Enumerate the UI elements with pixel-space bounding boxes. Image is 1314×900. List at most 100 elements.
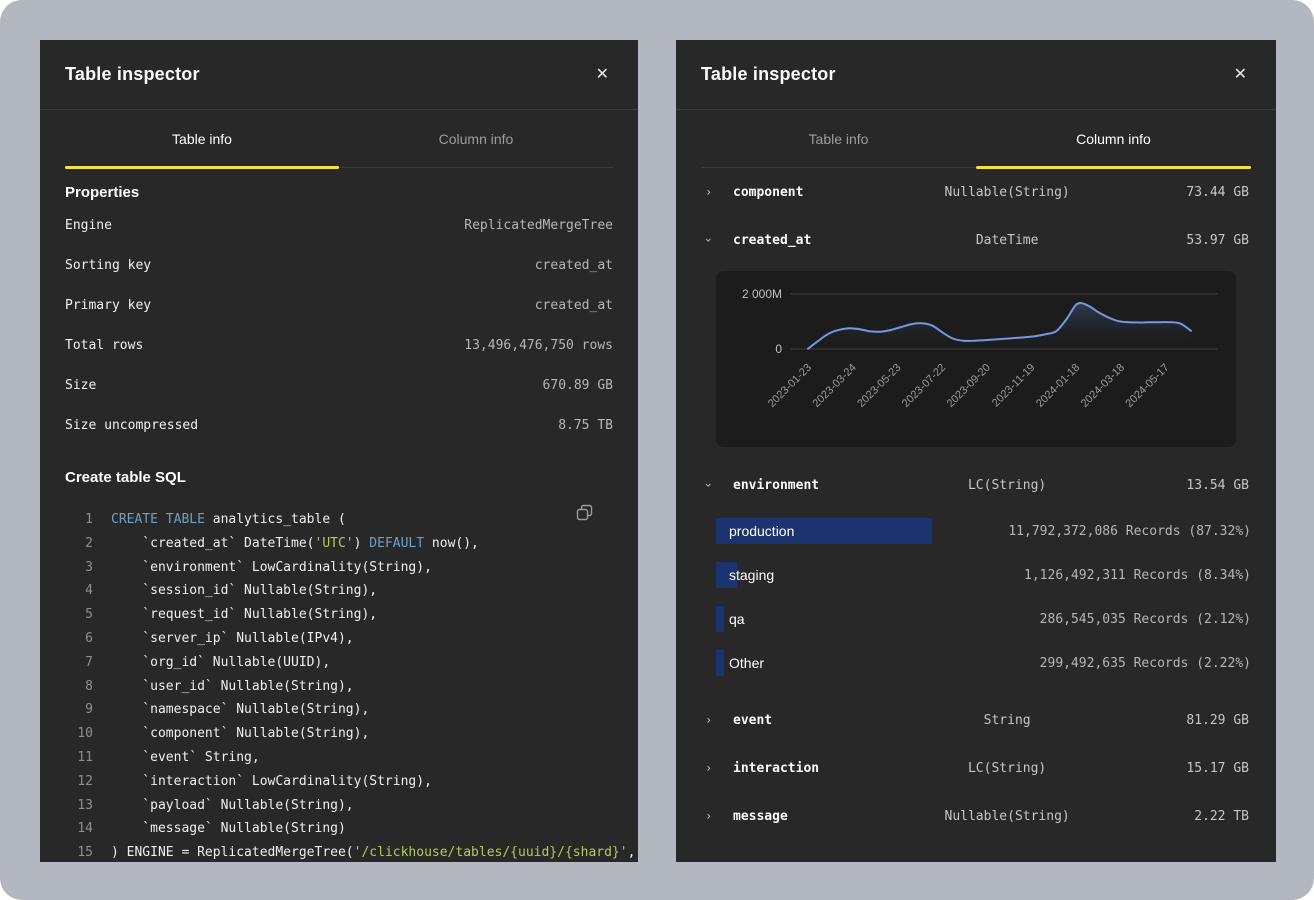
sql-line: 11 `event` String,: [65, 746, 613, 770]
sql-line-code: `org_id` Nullable(UUID),: [111, 651, 330, 675]
column-row-message[interactable]: ›messageNullable(String)2.22 TB: [701, 792, 1251, 840]
column-row-event[interactable]: ›eventString81.29 GB: [701, 696, 1251, 744]
close-icon[interactable]: ✕: [1230, 63, 1251, 87]
chevron-right-icon[interactable]: ›: [701, 761, 733, 775]
sql-line-code: `created_at` DateTime('UTC') DEFAULT now…: [111, 532, 479, 556]
chevron-down-icon[interactable]: ›: [701, 233, 733, 247]
sql-line-number: 1: [65, 508, 93, 532]
table-inspector-modal-left: Table inspector ✕ Table infoColumn info …: [40, 40, 638, 862]
sql-line-number: 6: [65, 627, 93, 651]
env-value-row: qa286,545,035 Records (2.12%): [701, 597, 1251, 641]
property-label: Total rows: [65, 338, 143, 353]
x-axis-tick-label: 2024-05-17: [1123, 362, 1171, 410]
column-type: Nullable(String): [910, 809, 1104, 824]
property-value: created_at: [535, 298, 613, 313]
chevron-right-icon[interactable]: ›: [701, 809, 733, 823]
sql-line-code: `server_ip` Nullable(IPv4),: [111, 627, 354, 651]
env-value-records: 286,545,035 Records (2.12%): [1040, 612, 1251, 627]
sql-line-code: `message` Nullable(String): [111, 817, 346, 841]
table-inspector-modal-right: Table inspector ✕ Table infoColumn info …: [676, 40, 1276, 862]
column-name: component: [733, 185, 910, 200]
property-label: Engine: [65, 218, 112, 233]
env-value-label: production: [729, 523, 794, 539]
sql-line-code: CREATE TABLE analytics_table (: [111, 508, 346, 532]
sql-line: 2 `created_at` DateTime('UTC') DEFAULT n…: [65, 532, 613, 556]
modal-header: Table inspector ✕: [40, 40, 638, 110]
sql-line: 14 `message` Nullable(String): [65, 817, 613, 841]
property-value: created_at: [535, 258, 613, 273]
sql-line-code: `environment` LowCardinality(String),: [111, 556, 432, 580]
x-axis-tick-label: 2023-07-22: [900, 362, 948, 410]
env-value-bar: [716, 650, 724, 676]
env-value-row: production 11,792,372,086 Records (87.32%…: [701, 509, 1251, 553]
tab-column-info[interactable]: Column info: [976, 110, 1251, 167]
column-size: 2.22 TB: [1104, 809, 1251, 824]
column-row-interaction[interactable]: ›interactionLC(String)15.17 GB: [701, 744, 1251, 792]
chevron-down-icon[interactable]: ›: [701, 478, 733, 492]
sql-line: 7 `org_id` Nullable(UUID),: [65, 651, 613, 675]
env-value-records: 11,792,372,086 Records (87.32%): [1008, 524, 1251, 539]
tab-table-info[interactable]: Table info: [65, 110, 339, 167]
sql-line-code: `user_id` Nullable(String),: [111, 675, 354, 699]
column-distribution-chart-card: 2 000M02023-01-232023-03-242023-05-23202…: [716, 271, 1236, 447]
sql-lines: 1CREATE TABLE analytics_table (2 `create…: [65, 508, 613, 862]
sql-line: 4 `session_id` Nullable(String),: [65, 579, 613, 603]
env-value-row: Other299,492,635 Records (2.22%): [701, 641, 1251, 685]
tab-bar: Table infoColumn info: [65, 110, 613, 168]
copy-icon[interactable]: [574, 502, 595, 526]
column-row-environment[interactable]: ›environmentLC(String)13.54 GB: [701, 461, 1251, 509]
chart-area-fill: [808, 303, 1191, 349]
property-value: 670.89 GB: [543, 378, 613, 393]
property-label: Size: [65, 378, 96, 393]
sql-line-code: ) ENGINE = ReplicatedMergeTree('/clickho…: [111, 841, 635, 862]
env-bar-wrap: qa: [716, 606, 1040, 632]
sql-line-number: 12: [65, 770, 93, 794]
sql-line-code: `component` Nullable(String),: [111, 722, 369, 746]
sql-line: 8 `user_id` Nullable(String),: [65, 675, 613, 699]
sql-line-number: 15: [65, 841, 93, 862]
column-type: Nullable(String): [910, 185, 1104, 200]
sql-line: 6 `server_ip` Nullable(IPv4),: [65, 627, 613, 651]
y-axis-tick-label: 0: [775, 342, 782, 356]
property-value: 8.75 TB: [558, 418, 613, 433]
property-row: Size 670.89 GB: [65, 365, 613, 405]
close-icon[interactable]: ✕: [592, 63, 613, 87]
column-name: environment: [733, 478, 910, 493]
property-label: Size uncompressed: [65, 418, 198, 433]
tab-column-info[interactable]: Column info: [339, 110, 613, 167]
sql-line-number: 10: [65, 722, 93, 746]
sql-line-number: 5: [65, 603, 93, 627]
property-value: ReplicatedMergeTree: [464, 218, 613, 233]
sql-line-code: `request_id` Nullable(String),: [111, 603, 377, 627]
column-type: String: [910, 713, 1104, 728]
table-info-content: Properties EngineReplicatedMergeTreeSort…: [40, 184, 638, 862]
column-size: 81.29 GB: [1104, 713, 1251, 728]
sql-code-block: 1CREATE TABLE analytics_table (2 `create…: [65, 508, 613, 862]
column-name: interaction: [733, 761, 910, 776]
column-size: 13.54 GB: [1104, 478, 1251, 493]
sql-line: 13 `payload` Nullable(String),: [65, 794, 613, 818]
create-table-sql-heading: Create table SQL: [65, 469, 613, 486]
sql-line: 5 `request_id` Nullable(String),: [65, 603, 613, 627]
column-type: DateTime: [910, 233, 1104, 248]
chevron-right-icon[interactable]: ›: [701, 713, 733, 727]
env-value-records: 299,492,635 Records (2.22%): [1040, 656, 1251, 671]
chevron-right-icon[interactable]: ›: [701, 185, 733, 199]
x-axis-tick-label: 2023-03-24: [811, 362, 859, 410]
x-axis-tick-label: 2024-01-18: [1034, 362, 1082, 410]
property-row: Primary key created_at: [65, 285, 613, 325]
properties-heading: Properties: [65, 184, 613, 201]
property-label: Primary key: [65, 298, 151, 313]
column-type: LC(String): [910, 478, 1104, 493]
sql-line-number: 2: [65, 532, 93, 556]
y-axis-tick-label: 2 000M: [742, 287, 782, 301]
column-row-created_at[interactable]: ›created_atDateTime53.97 GB: [701, 216, 1251, 264]
page-background: Table inspector ✕ Table infoColumn info …: [0, 0, 1314, 900]
properties-list: EngineReplicatedMergeTreeSorting keycrea…: [65, 205, 613, 445]
env-bar-wrap: staging: [716, 562, 1024, 588]
column-size: 15.17 GB: [1104, 761, 1251, 776]
tab-table-info[interactable]: Table info: [701, 110, 976, 167]
column-row-component[interactable]: ›componentNullable(String)73.44 GB: [701, 168, 1251, 216]
sql-line-code: `payload` Nullable(String),: [111, 794, 354, 818]
sql-line-code: `namespace` Nullable(String),: [111, 698, 369, 722]
